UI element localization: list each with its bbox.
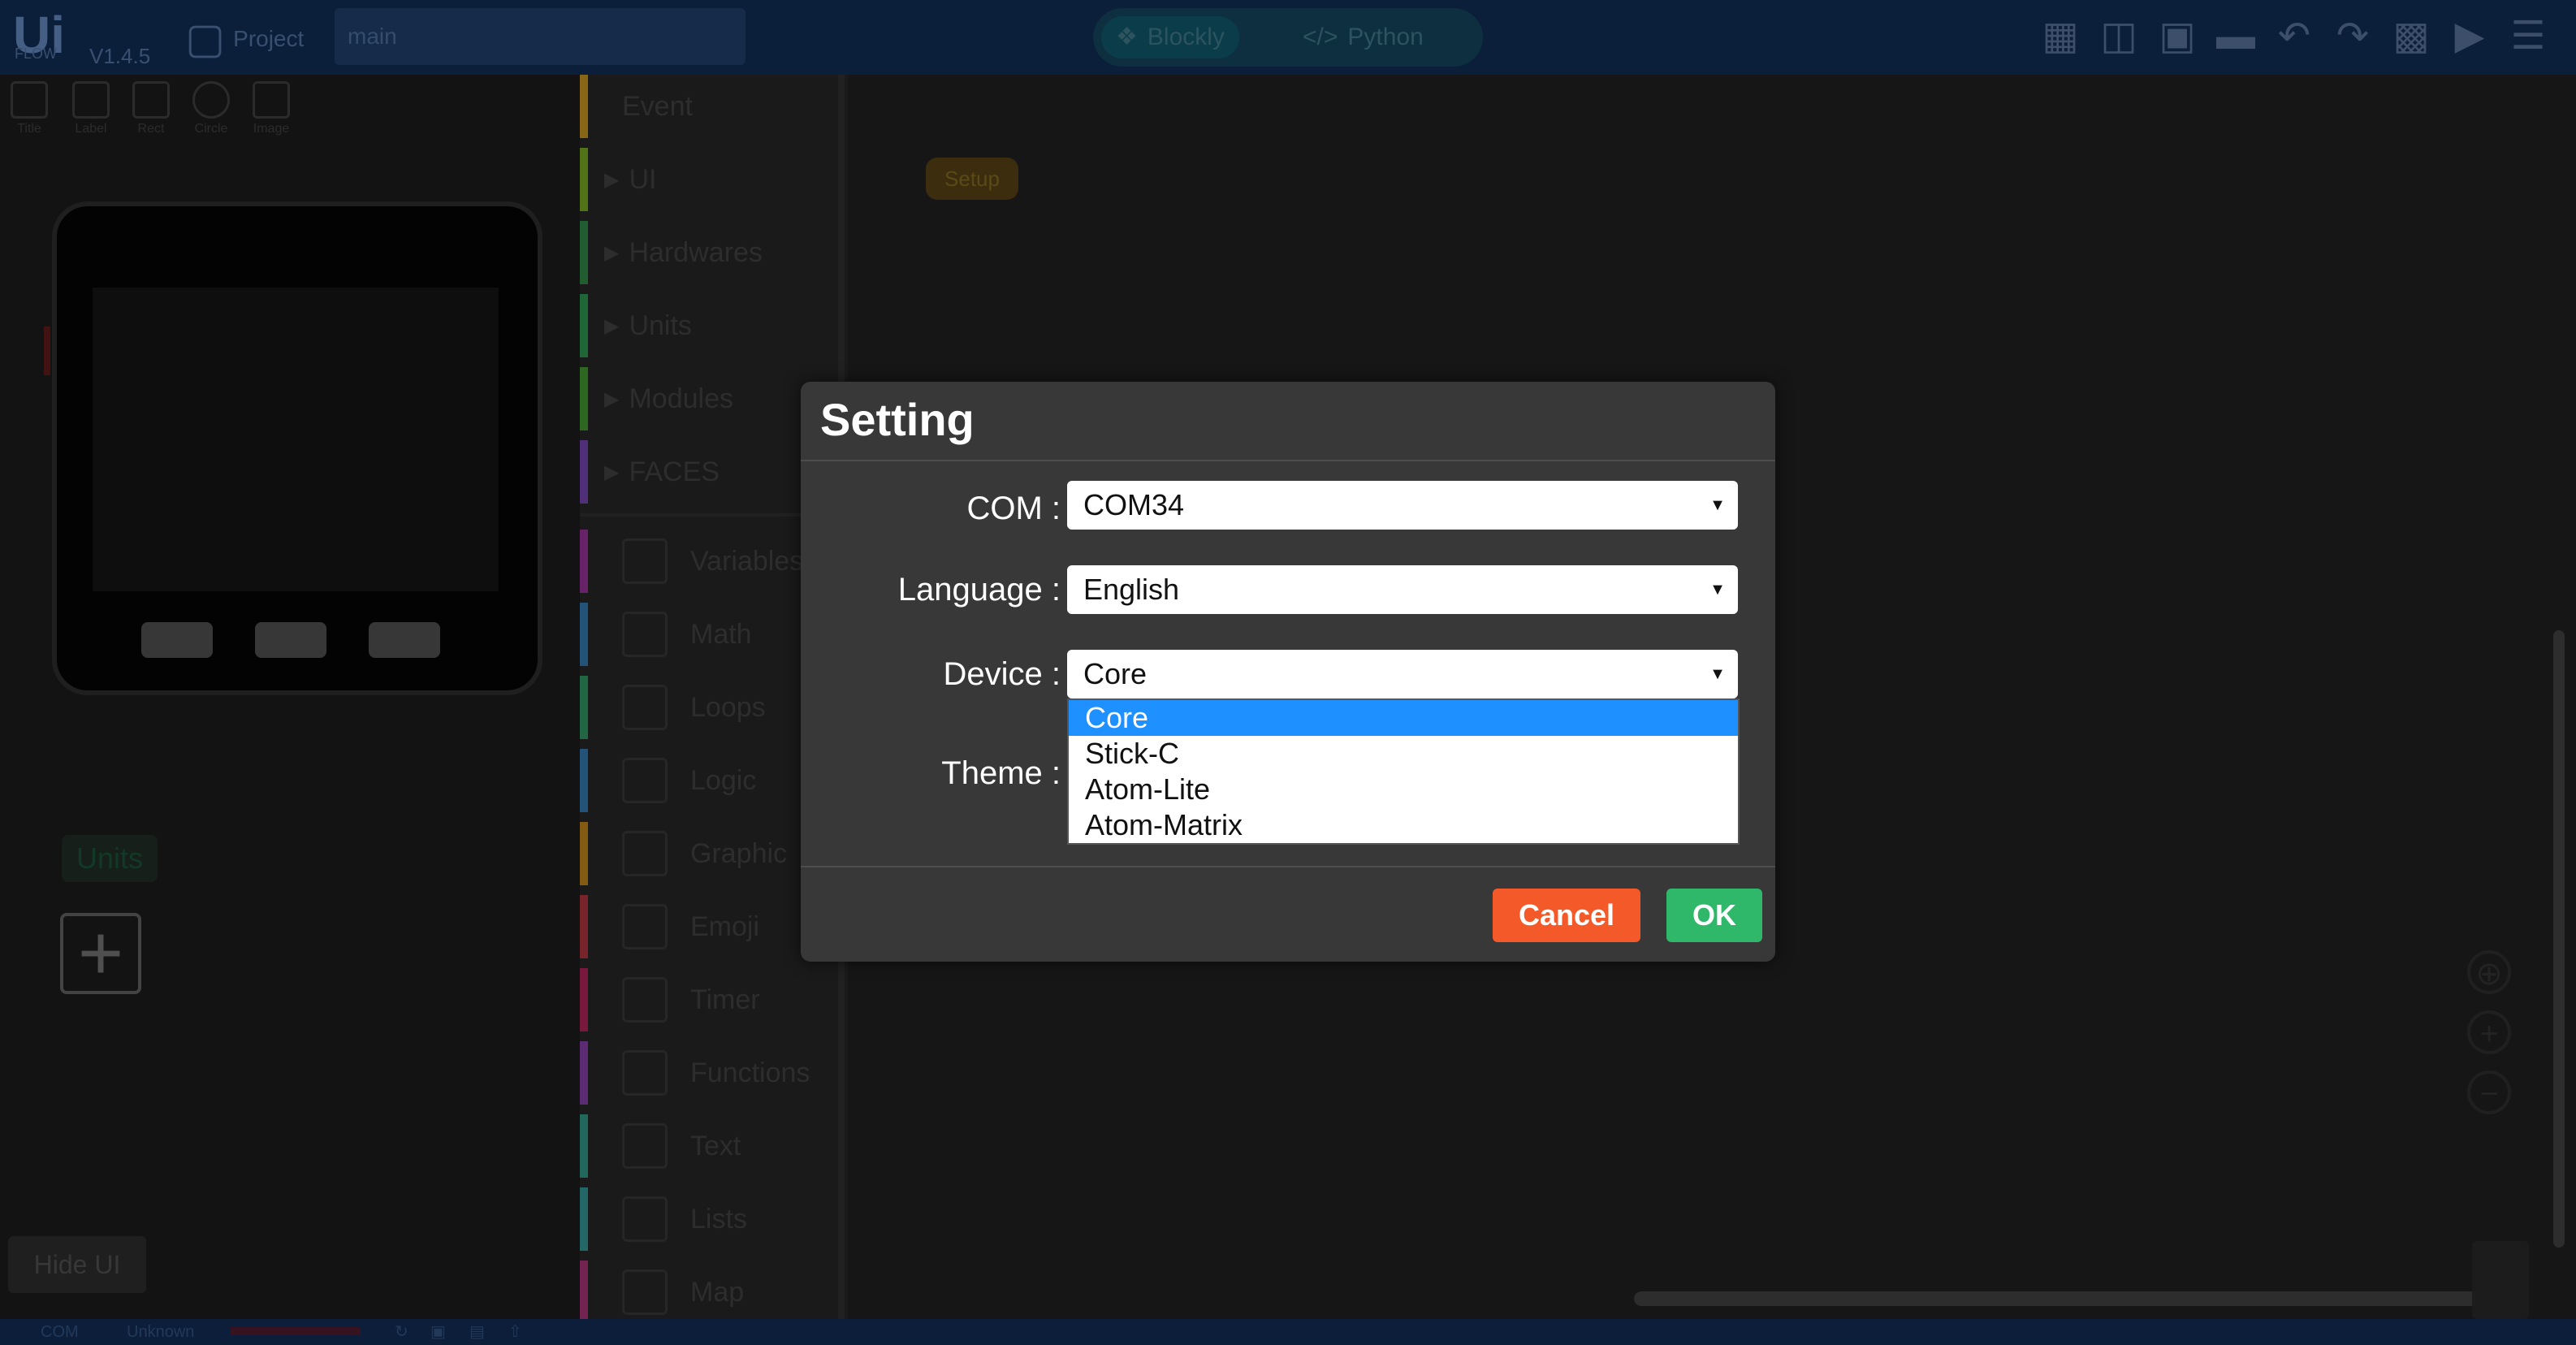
language-label: Language :	[897, 572, 1061, 608]
theme-label: Theme :	[941, 755, 1061, 791]
device-option-atom-lite[interactable]: Atom-Lite	[1069, 772, 1738, 807]
chevron-down-icon: ▼	[1709, 665, 1726, 683]
device-dropdown-list: Core Stick-C Atom-Lite Atom-Matrix	[1067, 698, 1740, 845]
device-label: Device :	[943, 656, 1061, 692]
device-option-atom-matrix[interactable]: Atom-Matrix	[1069, 807, 1738, 843]
device-select[interactable]: Core	[1067, 650, 1738, 698]
cancel-button[interactable]: Cancel	[1493, 889, 1640, 942]
device-option-core[interactable]: Core	[1069, 700, 1738, 736]
com-select[interactable]: COM34	[1067, 481, 1738, 530]
language-select[interactable]: English	[1067, 565, 1738, 614]
dialog-title: Setting	[820, 394, 975, 445]
com-label: COM :	[966, 491, 1061, 526]
ok-button[interactable]: OK	[1666, 889, 1762, 942]
chevron-down-icon: ▼	[1709, 496, 1726, 514]
settings-dialog: Setting COM : COM34 ▼ Language : English…	[801, 382, 1775, 962]
dialog-footer-divider	[801, 866, 1775, 867]
device-option-stick-c[interactable]: Stick-C	[1069, 736, 1738, 772]
dialog-header-divider	[801, 460, 1775, 461]
chevron-down-icon: ▼	[1709, 581, 1726, 599]
